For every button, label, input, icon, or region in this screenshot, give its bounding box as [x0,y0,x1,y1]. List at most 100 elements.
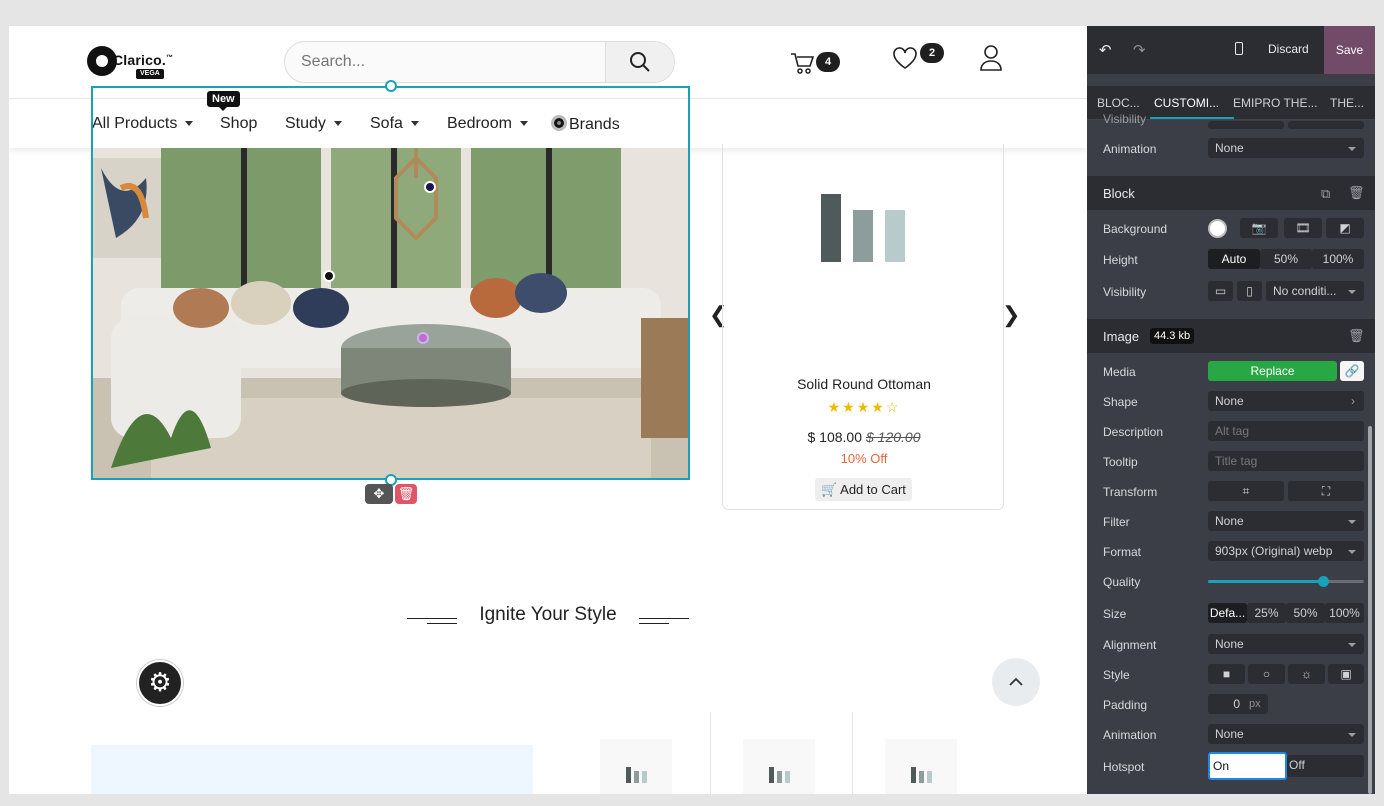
settings-gear-button[interactable]: ⚙ [137,660,183,706]
discard-button[interactable]: Discard [1268,42,1309,56]
product-thumbnail[interactable] [600,739,672,794]
search-input[interactable] [301,42,601,82]
background-shape-button[interactable]: ◩ [1326,218,1364,238]
transform-icon: ⛶ [1321,484,1331,498]
carousel-next-button[interactable]: ❯ [1002,302,1020,328]
search-button[interactable] [605,42,674,82]
product-card[interactable]: Solid Round Ottoman ★★★★☆ $ 108.00 $ 120.… [722,144,1004,510]
format-label: Format [1103,545,1142,559]
product-image[interactable] [821,192,907,262]
duplicate-icon[interactable]: ⧉ [1321,186,1330,202]
wishlist-count-badge: 2 [920,43,944,63]
hero-image[interactable] [91,148,689,480]
resize-handle-top[interactable] [385,80,397,92]
height-50-button[interactable]: 50% [1260,249,1312,269]
crop-button[interactable]: ⌗ [1208,481,1284,501]
background-video-button[interactable]: 🎞 [1284,218,1322,238]
quality-slider[interactable] [1208,576,1364,587]
nav-item-study[interactable]: Study [285,115,342,133]
quality-label: Quality [1103,575,1141,589]
trash-icon[interactable]: 🗑 [1348,185,1365,201]
alignment-select[interactable]: None [1208,634,1364,654]
visibility-condition-select[interactable]: No conditi... [1266,281,1364,301]
size-label: Size [1103,607,1127,621]
tab-emipro-theme[interactable]: EMIPRO THE... [1233,96,1317,110]
nav-item-bedroom[interactable]: Bedroom [447,115,528,133]
redo-icon[interactable]: ↷ [1133,41,1146,59]
style-rounded-button[interactable]: ■ [1208,664,1245,684]
visibility-toggle-partial[interactable] [1208,121,1284,129]
hotspot-off-button[interactable]: Off [1287,755,1364,777]
height-auto-button[interactable]: Auto [1208,249,1260,269]
background-color-picker[interactable] [1208,219,1227,238]
trash-icon[interactable]: 🗑 [1348,328,1365,344]
animation-select[interactable]: None [1208,138,1364,158]
shape-icon: ◩ [1339,221,1351,235]
nav-item-sofa[interactable]: Sofa [370,115,419,133]
chevron-right-icon: ❯ [1002,302,1021,327]
heart-icon[interactable] [892,46,918,70]
living-room-illustration [91,148,689,480]
replace-image-button[interactable]: Replace [1208,361,1337,381]
scroll-to-top-button[interactable] [992,658,1040,706]
format-select[interactable]: 903px (Original) webp [1208,541,1364,561]
size-50-button[interactable]: 50% [1286,603,1325,623]
title-tag-input[interactable]: Title tag [1208,451,1364,471]
background-image-button[interactable]: 📷 [1240,218,1278,238]
size-default-button[interactable]: Defa... [1208,603,1247,623]
animation-select[interactable]: None [1208,724,1364,744]
cart-icon: 🛒 [821,482,838,497]
product-thumbnail[interactable] [743,739,815,794]
move-button[interactable]: ✥ [365,484,393,504]
nav-item-shop[interactable]: Shop [220,115,257,133]
transform-button[interactable]: ⛶ [1288,481,1364,501]
style-circle-button[interactable]: ○ [1248,664,1285,684]
tab-theme[interactable]: THE... [1330,96,1364,110]
hide-mobile-button[interactable]: ▯ [1237,281,1262,301]
nav-item-brands[interactable]: Brands [551,115,620,134]
size-100-button[interactable]: 100% [1325,603,1364,623]
hotspot-marker[interactable] [424,181,436,193]
style-label: Style [1103,668,1130,682]
cart-count-badge: 4 [816,52,840,72]
alt-tag-input[interactable]: Alt tag [1208,421,1364,441]
product-thumbnail[interactable] [885,739,957,794]
logo-subtitle: VEGA [136,69,164,79]
mobile-preview-icon[interactable] [1235,42,1243,55]
alignment-label: Alignment [1103,638,1157,652]
visibility-label: Visibility [1103,285,1147,299]
logo-text[interactable]: Clarico.™ [113,52,173,68]
hotspot-marker[interactable] [323,270,335,282]
hotspot-on-button[interactable]: On [1208,752,1287,780]
block-section-header: Block ⧉ 🗑 [1087,176,1375,210]
image-title: Image [1103,329,1140,344]
caret-down-icon [519,121,528,127]
link-button[interactable]: 🔗 [1340,361,1364,381]
size-25-button[interactable]: 25% [1247,603,1286,623]
nav-item-all-products[interactable]: All Products [92,115,194,133]
delete-button[interactable]: 🗑 [395,484,417,504]
caret-down-icon [333,121,342,127]
height-100-button[interactable]: 100% [1312,249,1364,269]
undo-icon[interactable]: ↶ [1099,41,1112,59]
style-thumbnail-button[interactable]: ▣ [1328,664,1364,684]
style-shadow-button[interactable]: ☼ [1288,664,1325,684]
quality-slider-knob[interactable] [1318,576,1330,587]
title-decoration [639,618,689,619]
active-tab-indicator [1150,117,1234,119]
film-icon: 🎞 [1295,221,1311,235]
filter-select[interactable]: None [1208,511,1364,531]
tab-blocks[interactable]: BLOC... [1097,96,1140,110]
product-name[interactable]: Solid Round Ottoman [723,376,1005,392]
cart-icon[interactable] [789,50,815,76]
user-icon[interactable] [979,44,1003,72]
visibility-toggle-partial[interactable] [1288,121,1364,129]
hotspot-marker[interactable] [417,332,429,344]
product-price: $ 108.00 $ 120.00 [807,429,921,445]
save-button[interactable]: Save [1324,26,1375,74]
add-to-cart-button[interactable]: 🛒 Add to Cart [815,478,912,501]
tab-customize[interactable]: CUSTOMI... [1154,96,1219,110]
panel-scrollbar[interactable] [1368,426,1372,794]
shape-select[interactable]: None › [1208,391,1364,411]
hide-desktop-button[interactable]: ▭ [1208,281,1233,301]
